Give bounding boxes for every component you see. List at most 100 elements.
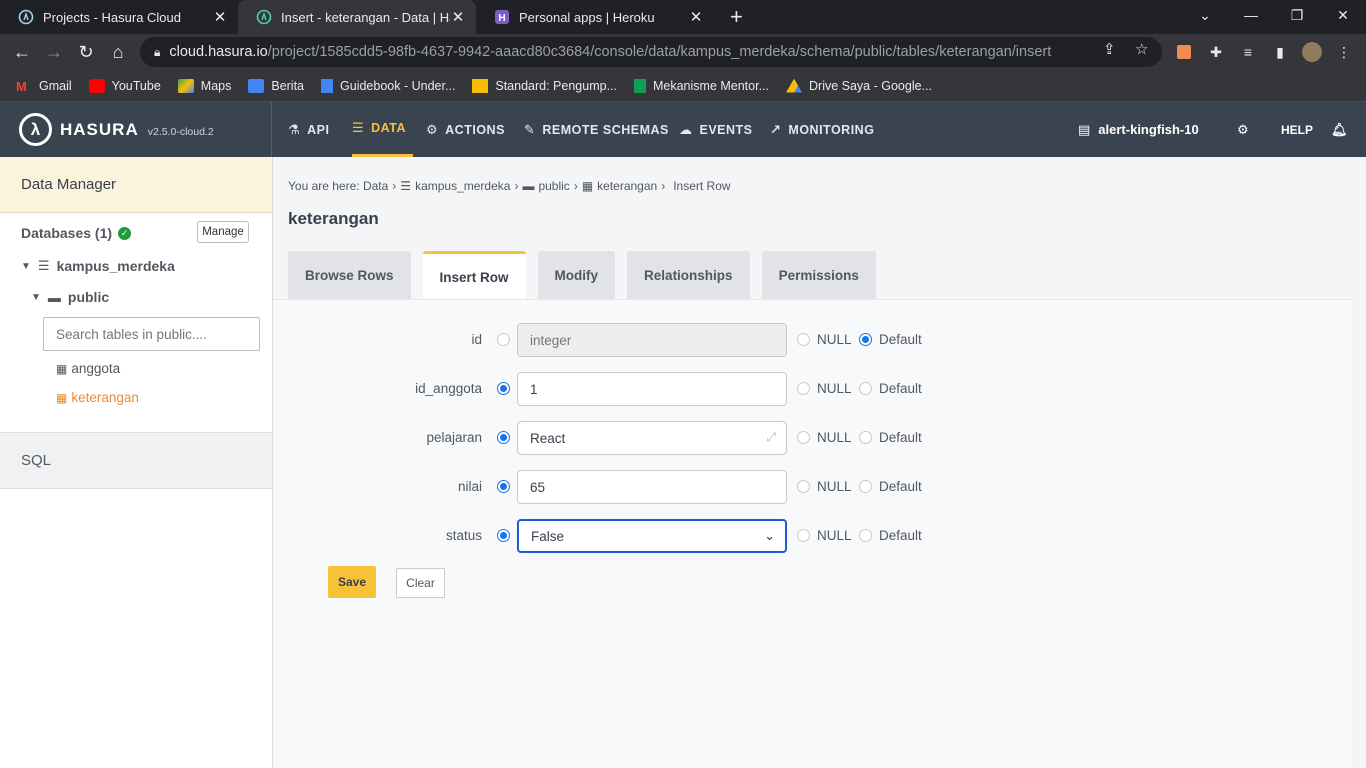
bookmark-standard[interactable]: Standard: Pengump... [472,78,617,93]
forward-icon[interactable]: → [42,40,66,64]
breadcrumb-table[interactable]: keterangan [597,179,657,193]
maps-icon [177,78,194,93]
search-tables-input[interactable] [43,317,260,351]
close-window-icon[interactable]: ✕ [1320,0,1366,30]
default-radio[interactable] [859,480,872,493]
share-icon[interactable]: ⇪ [1103,40,1116,58]
minimize-icon[interactable]: — [1228,0,1274,30]
media-control-icon[interactable]: ≡ [1238,42,1258,62]
bookmark-youtube[interactable]: YouTube [88,78,161,93]
save-button[interactable]: Save [328,566,376,598]
default-radio[interactable] [859,333,872,346]
tab-close-icon[interactable]: ✕ [450,8,466,26]
database-tree-item[interactable]: ▼ ☰ kampus_merdeka [21,258,175,274]
null-radio[interactable] [797,480,810,493]
help-link[interactable]: HELP [1281,102,1313,157]
nav-monitoring[interactable]: ↗︎ MONITORING [770,102,874,157]
reload-icon[interactable]: ↻ [74,40,98,64]
bookmark-guidebook[interactable]: Guidebook - Under... [321,78,455,93]
menu-kebab-icon[interactable]: ⋮ [1334,42,1354,62]
profile-avatar[interactable] [1302,42,1322,62]
null-radio[interactable] [797,529,810,542]
breadcrumb-schema[interactable]: public [538,179,569,193]
expand-icon[interactable]: ⤢ [766,430,776,445]
notification-bell-icon[interactable]: 🔔︎ [1331,102,1348,157]
status-value: False [531,528,565,544]
clear-button[interactable]: Clear [396,568,445,598]
table-icon: ▦ [56,390,68,405]
bookmark-star-icon[interactable]: ☆ [1135,40,1148,58]
settings-gear-icon[interactable]: ⚙︎ [1237,102,1249,157]
url-path: /project/1585cdd5-98fb-4637-9942-aaacd80… [267,44,1052,60]
nav-label: EVENTS [699,122,753,137]
field-row-id: id NULL Default [273,323,1352,357]
nav-remote-schemas[interactable]: ✎ REMOTE SCHEMAS [524,102,669,157]
table-icon: ▦ [581,179,594,193]
bookmark-label: YouTube [111,78,161,93]
address-bar[interactable]: 🔒︎ cloud.hasura.io/project/1585cdd5-98fb… [140,37,1162,67]
id-input[interactable] [517,323,787,357]
tab-modify[interactable]: Modify [537,251,616,299]
tab-search-icon[interactable]: ⌄ [1182,0,1228,30]
schema-tree-item[interactable]: ▼ ▬ public [31,289,109,305]
null-label: NULL [817,381,852,396]
null-label: NULL [817,430,852,445]
back-icon[interactable]: ← [10,40,34,64]
bookmark-berita[interactable]: Berita [248,78,304,93]
side-panel-icon[interactable]: ▮ [1270,42,1290,62]
bookmark-maps[interactable]: Maps [177,78,231,93]
status-select[interactable]: False ⌄ [517,519,787,553]
docs-icon [321,78,334,93]
page-title: keterangan [288,209,379,228]
project-selector[interactable]: ▤ alert-kingfish-10 [1078,102,1199,157]
field-row-status: status False ⌄ NULL Default [273,519,1352,553]
tab-close-icon[interactable]: ✕ [212,8,228,26]
browser-tab-projects[interactable]: Projects - Hasura Cloud ✕ [0,0,238,34]
null-radio[interactable] [797,431,810,444]
table-item-keterangan[interactable]: ▦ keterangan [56,390,139,405]
nav-actions[interactable]: ⚙︎ ACTIONS [426,102,505,157]
tab-close-icon[interactable]: ✕ [688,8,704,26]
bookmark-gmail[interactable]: M Gmail [16,79,72,94]
hasura-logo[interactable]: λ HASURA v2.5.0-cloud.2 [0,102,272,157]
extension-icon[interactable] [1174,42,1194,62]
table-item-anggota[interactable]: ▦ anggota [56,361,120,376]
null-radio[interactable] [797,333,810,346]
new-tab-button[interactable]: + [714,0,743,34]
breadcrumb-data[interactable]: You are here: Data [288,179,388,193]
restore-icon[interactable]: ❐ [1274,0,1320,30]
nav-data[interactable]: ☰ DATA [352,102,413,157]
value-radio[interactable] [497,333,510,346]
sql-link[interactable]: SQL [0,432,272,489]
value-radio[interactable] [497,480,510,493]
default-radio[interactable] [859,382,872,395]
value-radio[interactable] [497,382,510,395]
home-icon[interactable]: ⌂ [106,40,130,64]
manage-button[interactable]: Manage [197,221,249,243]
nav-events[interactable]: ☁︎ EVENTS [679,102,753,157]
logo-text: HASURA [60,119,139,139]
extensions-puzzle-icon[interactable]: ✚ [1206,42,1226,62]
value-radio[interactable] [497,529,510,542]
browser-tab-heroku[interactable]: H Personal apps | Heroku ✕ [476,0,714,34]
tab-title: Personal apps | Heroku [519,9,655,25]
tab-browse-rows[interactable]: Browse Rows [288,251,411,299]
tab-permissions[interactable]: Permissions [761,251,876,299]
bookmark-drive[interactable]: Drive Saya - Google... [786,78,932,93]
news-icon [248,78,265,93]
pelajaran-input[interactable]: React ⤢ [517,421,787,455]
nav-api[interactable]: ⚗︎ API [288,102,330,157]
value-radio[interactable] [497,431,510,444]
main-content: You are here: Data › ☰ kampus_merdeka › ▬… [273,157,1366,768]
breadcrumb-database[interactable]: kampus_merdeka [415,179,510,193]
null-radio[interactable] [797,382,810,395]
bookmark-mekanisme[interactable]: Mekanisme Mentor... [633,78,769,93]
default-radio[interactable] [859,431,872,444]
sidebar-title[interactable]: Data Manager [0,157,272,213]
tab-insert-row[interactable]: Insert Row [422,251,526,300]
id-anggota-input[interactable]: 1 [517,372,787,406]
tab-relationships[interactable]: Relationships [627,251,750,299]
default-radio[interactable] [859,529,872,542]
nilai-input[interactable]: 65 [517,470,787,504]
browser-tab-insert[interactable]: Insert - keterangan - Data | Hasura ✕ [238,0,476,34]
